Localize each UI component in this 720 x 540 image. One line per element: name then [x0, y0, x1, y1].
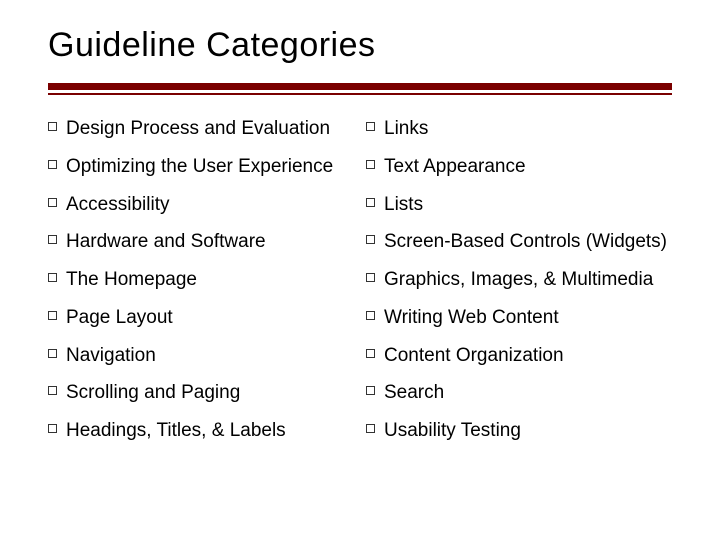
- list-item: Navigation: [48, 344, 354, 368]
- list-item-label: Hardware and Software: [66, 231, 266, 252]
- list-item: Content Organization: [366, 344, 672, 368]
- bullet-square-icon: [48, 349, 57, 358]
- list-item-label: Scrolling and Paging: [66, 382, 240, 403]
- list-item-label: Lists: [384, 194, 423, 215]
- list-item: Hardware and Software: [48, 230, 354, 254]
- list-item: Writing Web Content: [366, 306, 672, 330]
- list-item: Text Appearance: [366, 155, 672, 179]
- slide: Guideline Categories Design Process and …: [0, 0, 720, 540]
- list-item: The Homepage: [48, 268, 354, 292]
- list-item-label: Graphics, Images, & Multimedia: [384, 269, 653, 290]
- bullet-square-icon: [48, 235, 57, 244]
- left-list: Design Process and Evaluation Optimizing…: [48, 117, 354, 443]
- list-item-label: Optimizing the User Experience: [66, 156, 333, 177]
- right-column: Links Text Appearance Lists Screen-Based…: [366, 117, 672, 457]
- list-item: Search: [366, 381, 672, 405]
- bullet-square-icon: [366, 311, 375, 320]
- bullet-square-icon: [366, 198, 375, 207]
- list-item-label: Screen-Based Controls (Widgets): [384, 231, 667, 252]
- list-item-label: Navigation: [66, 345, 156, 366]
- divider-thick: [48, 83, 672, 90]
- list-item: Graphics, Images, & Multimedia: [366, 268, 672, 292]
- list-item: Optimizing the User Experience: [48, 155, 354, 179]
- slide-title: Guideline Categories: [48, 26, 672, 65]
- list-item: Design Process and Evaluation: [48, 117, 354, 141]
- bullet-square-icon: [48, 122, 57, 131]
- bullet-square-icon: [366, 424, 375, 433]
- list-item-label: Usability Testing: [384, 420, 521, 441]
- list-item: Usability Testing: [366, 419, 672, 443]
- list-item-label: The Homepage: [66, 269, 197, 290]
- bullet-square-icon: [48, 198, 57, 207]
- right-list: Links Text Appearance Lists Screen-Based…: [366, 117, 672, 443]
- bullet-square-icon: [366, 349, 375, 358]
- content-columns: Design Process and Evaluation Optimizing…: [48, 117, 672, 457]
- list-item-label: Content Organization: [384, 345, 564, 366]
- bullet-square-icon: [48, 273, 57, 282]
- bullet-square-icon: [48, 160, 57, 169]
- bullet-square-icon: [366, 122, 375, 131]
- bullet-square-icon: [48, 424, 57, 433]
- list-item: Accessibility: [48, 193, 354, 217]
- divider-thin: [48, 93, 672, 95]
- bullet-square-icon: [366, 235, 375, 244]
- list-item-label: Links: [384, 118, 428, 139]
- left-column: Design Process and Evaluation Optimizing…: [48, 117, 354, 457]
- bullet-square-icon: [48, 311, 57, 320]
- title-divider: [48, 83, 672, 95]
- list-item-label: Accessibility: [66, 194, 169, 215]
- list-item: Page Layout: [48, 306, 354, 330]
- list-item-label: Design Process and Evaluation: [66, 118, 330, 139]
- bullet-square-icon: [48, 386, 57, 395]
- list-item-label: Headings, Titles, & Labels: [66, 420, 286, 441]
- list-item: Scrolling and Paging: [48, 381, 354, 405]
- bullet-square-icon: [366, 273, 375, 282]
- list-item: Lists: [366, 193, 672, 217]
- bullet-square-icon: [366, 160, 375, 169]
- bullet-square-icon: [366, 386, 375, 395]
- list-item-label: Writing Web Content: [384, 307, 559, 328]
- list-item: Headings, Titles, & Labels: [48, 419, 354, 443]
- list-item-label: Page Layout: [66, 307, 173, 328]
- list-item-label: Search: [384, 382, 444, 403]
- list-item: Links: [366, 117, 672, 141]
- list-item: Screen-Based Controls (Widgets): [366, 230, 672, 254]
- list-item-label: Text Appearance: [384, 156, 526, 177]
